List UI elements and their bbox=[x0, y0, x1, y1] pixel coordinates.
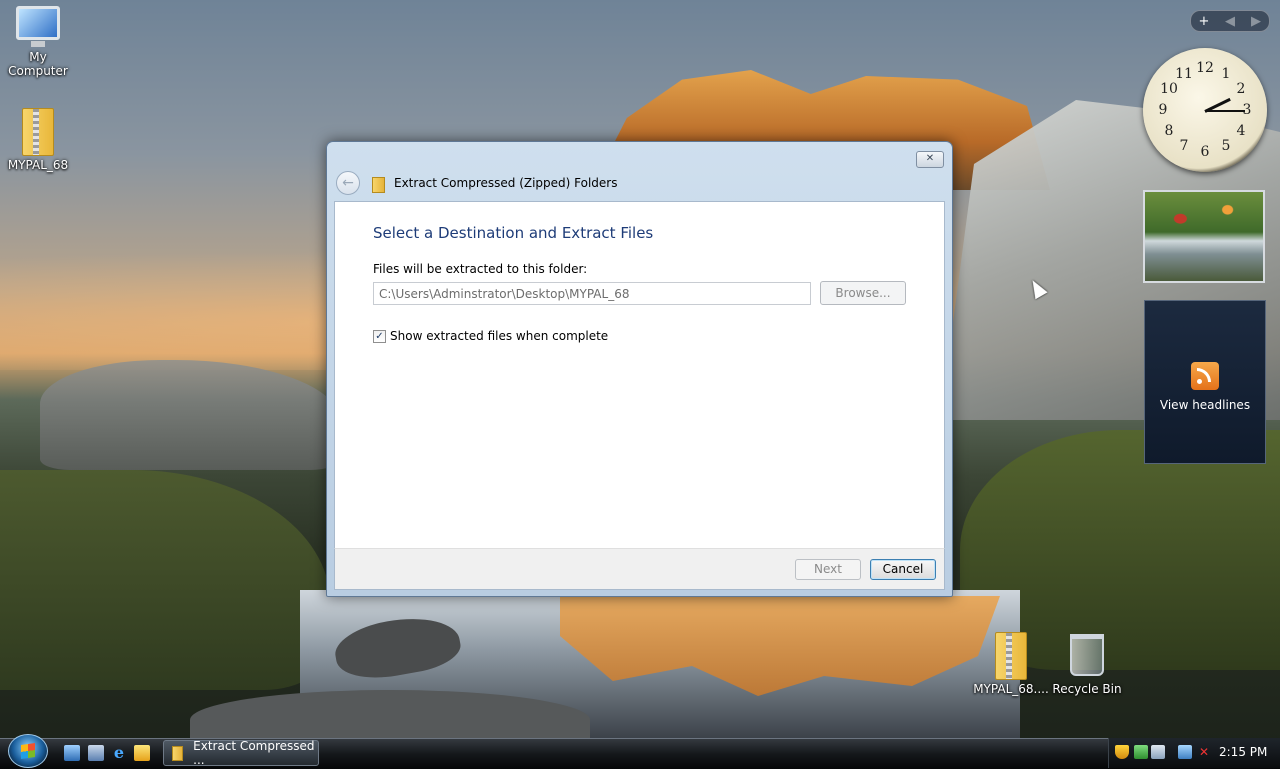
dialog-title: Extract Compressed (Zipped) Folders bbox=[394, 176, 618, 190]
clock-numeral: 10 bbox=[1160, 81, 1178, 97]
tray-window-icon[interactable] bbox=[1151, 745, 1165, 759]
next-button[interactable]: Next bbox=[795, 559, 861, 580]
clock-numeral: 12 bbox=[1196, 60, 1214, 76]
clock-numeral: 9 bbox=[1158, 102, 1168, 118]
view-headlines-link[interactable]: View headlines bbox=[1160, 398, 1250, 412]
desktop-icon-my-computer[interactable]: My Computer bbox=[0, 6, 76, 78]
clock-numeral: 1 bbox=[1221, 66, 1231, 82]
dialog-content: Select a Destination and Extract Files F… bbox=[334, 201, 945, 548]
clock-minute-hand bbox=[1205, 110, 1245, 112]
destination-path-input[interactable] bbox=[373, 282, 811, 305]
left-meadow bbox=[0, 470, 330, 690]
show-files-label: Show extracted files when complete bbox=[390, 329, 609, 343]
slideshow-gadget[interactable] bbox=[1143, 190, 1265, 283]
show-files-checkbox[interactable]: ✓ bbox=[373, 329, 386, 343]
extract-dialog: ✕ ← Extract Compressed (Zipped) Folders … bbox=[326, 141, 953, 597]
security-shield-icon[interactable] bbox=[1115, 745, 1129, 759]
rss-icon bbox=[1191, 362, 1219, 390]
desktop-icon-label: MYPAL_68 bbox=[7, 158, 69, 172]
clock-numeral: 6 bbox=[1200, 144, 1210, 160]
next-page-button[interactable]: ▶ bbox=[1246, 14, 1266, 29]
show-files-option[interactable]: ✓ Show extracted files when complete bbox=[373, 329, 608, 343]
clock-numeral: 5 bbox=[1221, 138, 1231, 154]
add-gadget-button[interactable]: + bbox=[1194, 14, 1214, 29]
desktop-icon-label: My Computer bbox=[8, 50, 68, 78]
media-player-icon[interactable] bbox=[134, 745, 150, 761]
previous-page-button[interactable]: ◀ bbox=[1220, 14, 1240, 29]
desktop-icon-mypal-zip[interactable]: MYPAL_68 bbox=[0, 108, 76, 172]
clock-gadget[interactable]: 12 1 2 3 4 5 6 7 8 9 10 11 bbox=[1143, 48, 1267, 172]
taskbar-clock[interactable]: 2:15 PM bbox=[1219, 745, 1267, 759]
volume-muted-icon[interactable]: ✕ bbox=[1197, 745, 1211, 759]
desktop-icon-label: MYPAL_68.... bbox=[973, 682, 1049, 696]
network-icon[interactable] bbox=[1178, 745, 1192, 759]
zip-folder-icon bbox=[172, 745, 184, 761]
page-heading: Select a Destination and Extract Files bbox=[373, 224, 654, 242]
clock-numeral: 11 bbox=[1175, 66, 1193, 82]
browse-button[interactable]: Browse... bbox=[820, 281, 906, 305]
close-button[interactable]: ✕ bbox=[916, 151, 944, 168]
taskbar-item-extract[interactable]: Extract Compressed ... bbox=[163, 739, 319, 767]
switch-windows-icon[interactable] bbox=[88, 745, 104, 761]
dialog-footer: Next Cancel bbox=[334, 548, 945, 590]
clock-numeral: 2 bbox=[1236, 81, 1246, 97]
feed-headlines-gadget[interactable]: View headlines bbox=[1144, 300, 1266, 464]
desktop-icon-mypal-zip-2[interactable]: MYPAL_68.... bbox=[973, 632, 1049, 696]
desktop-icon-label: Recycle Bin bbox=[1052, 682, 1122, 696]
clock-numeral: 4 bbox=[1236, 123, 1246, 139]
cancel-button[interactable]: Cancel bbox=[870, 559, 936, 580]
show-desktop-icon[interactable] bbox=[64, 745, 80, 761]
recycle-bin-icon bbox=[1070, 634, 1104, 676]
left-cliff bbox=[40, 360, 340, 470]
desktop-icon-recycle-bin[interactable]: Recycle Bin bbox=[1049, 634, 1125, 696]
destination-label: Files will be extracted to this folder: bbox=[373, 262, 588, 276]
internet-explorer-icon[interactable]: e bbox=[111, 745, 127, 761]
zip-folder-icon bbox=[22, 108, 54, 156]
clock-numeral: 8 bbox=[1164, 123, 1174, 139]
sidebar-controls: + ◀ ▶ bbox=[1190, 10, 1270, 32]
taskbar-item-label: Extract Compressed ... bbox=[193, 739, 315, 767]
zip-folder-icon bbox=[372, 177, 385, 193]
computer-icon bbox=[16, 6, 60, 47]
zip-folder-icon bbox=[995, 632, 1027, 680]
clock-numeral: 7 bbox=[1179, 138, 1189, 154]
back-arrow-icon[interactable]: ← bbox=[336, 171, 360, 195]
tray-app-icon[interactable] bbox=[1134, 745, 1148, 759]
start-button[interactable] bbox=[8, 734, 48, 768]
